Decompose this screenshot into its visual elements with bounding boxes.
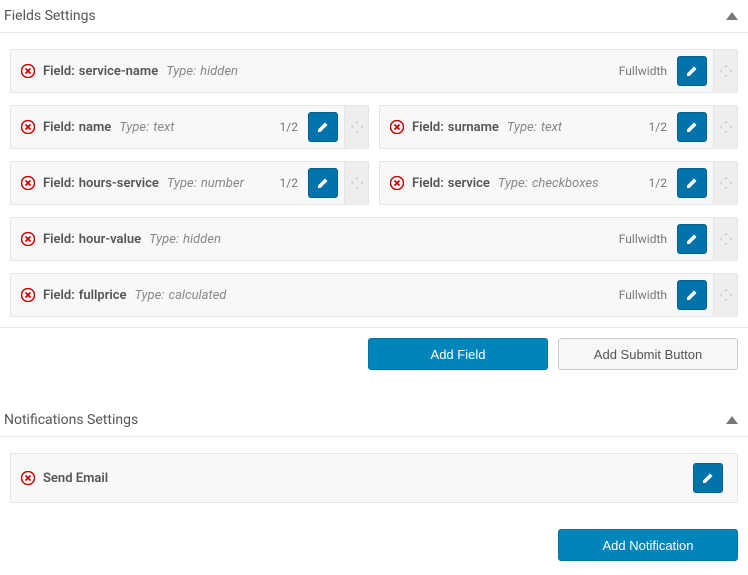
notifications-settings-title: Notifications Settings — [4, 412, 138, 428]
width-label: 1/2 — [270, 120, 308, 134]
field-label: Field: fullprice Type: calculated — [43, 288, 609, 303]
delete-icon[interactable] — [21, 176, 35, 190]
notifications-settings-header[interactable]: Notifications Settings — [0, 404, 748, 437]
field-card-hour-value: Field: hour-value Type: hidden Fullwidth — [10, 217, 738, 261]
notification-card-send-email: Send Email — [10, 453, 738, 503]
width-label: 1/2 — [270, 176, 308, 190]
field-label: Field: hours-service Type: number — [43, 176, 270, 191]
delete-icon[interactable] — [21, 471, 35, 485]
edit-button[interactable] — [677, 168, 707, 198]
edit-button[interactable] — [677, 112, 707, 142]
drag-handle-icon[interactable] — [713, 49, 737, 93]
collapse-icon — [726, 12, 738, 20]
edit-button[interactable] — [677, 280, 707, 310]
drag-handle-icon[interactable] — [344, 161, 368, 205]
width-label: 1/2 — [639, 120, 677, 134]
edit-button[interactable] — [677, 224, 707, 254]
add-field-button[interactable]: Add Field — [368, 338, 548, 370]
drag-handle-icon[interactable] — [344, 105, 368, 149]
field-card-hours-service: Field: hours-service Type: number 1/2 — [10, 161, 369, 205]
fields-settings-header[interactable]: Fields Settings — [0, 0, 748, 33]
fields-button-row: Add Field Add Submit Button — [0, 328, 748, 384]
field-card-name: Field: name Type: text 1/2 — [10, 105, 369, 149]
edit-button[interactable] — [693, 463, 723, 493]
field-label: Field: surname Type: text — [412, 120, 639, 135]
drag-handle-icon[interactable] — [713, 161, 737, 205]
edit-button[interactable] — [308, 168, 338, 198]
add-notification-button[interactable]: Add Notification — [558, 529, 738, 561]
field-card-service: Field: service Type: checkboxes 1/2 — [379, 161, 738, 205]
fields-settings-title: Fields Settings — [4, 8, 96, 24]
field-card-surname: Field: surname Type: text 1/2 — [379, 105, 738, 149]
delete-icon[interactable] — [390, 176, 404, 190]
width-label: Fullwidth — [609, 232, 677, 246]
delete-icon[interactable] — [21, 64, 35, 78]
field-card-service-name: Field: service-name Type: hidden Fullwid… — [10, 49, 738, 93]
edit-button[interactable] — [677, 56, 707, 86]
notification-label: Send Email — [43, 471, 693, 486]
field-label: Field: name Type: text — [43, 120, 270, 135]
width-label: Fullwidth — [609, 64, 677, 78]
width-label: Fullwidth — [609, 288, 677, 302]
collapse-icon — [726, 416, 738, 424]
delete-icon[interactable] — [21, 288, 35, 302]
drag-handle-icon[interactable] — [713, 273, 737, 317]
field-label: Field: service-name Type: hidden — [43, 64, 609, 79]
drag-handle-icon[interactable] — [713, 105, 737, 149]
field-label: Field: service Type: checkboxes — [412, 176, 639, 191]
field-label: Field: hour-value Type: hidden — [43, 232, 609, 247]
width-label: 1/2 — [639, 176, 677, 190]
fields-body: Field: service-name Type: hidden Fullwid… — [0, 33, 748, 328]
drag-handle-icon[interactable] — [713, 217, 737, 261]
notifications-button-row: Add Notification — [0, 519, 748, 575]
delete-icon[interactable] — [21, 120, 35, 134]
edit-button[interactable] — [308, 112, 338, 142]
notifications-body: Send Email — [0, 437, 748, 519]
delete-icon[interactable] — [390, 120, 404, 134]
delete-icon[interactable] — [21, 232, 35, 246]
add-submit-button[interactable]: Add Submit Button — [558, 338, 738, 370]
field-card-fullprice: Field: fullprice Type: calculated Fullwi… — [10, 273, 738, 317]
